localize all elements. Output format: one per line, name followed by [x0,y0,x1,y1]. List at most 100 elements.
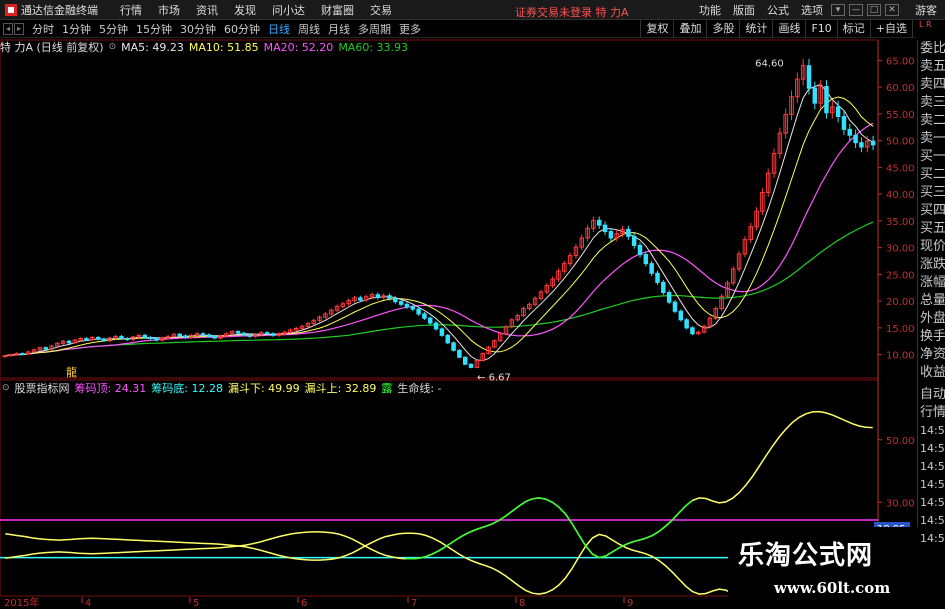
ma20-readout: MA20: 52.20 [263,40,334,54]
date-tick-label: 4 [85,598,91,609]
price-tick-label: 55.00 [886,110,915,121]
candle-body [43,347,48,350]
candle-body [602,224,608,233]
watermark: 乐淘公式网 www.60lt.com [728,527,918,609]
candle-body [451,342,456,351]
funnel-down-readout: 漏斗下: 49.99 [227,382,300,395]
price-tick-label: 15.00 [886,324,915,335]
candle-body [608,231,614,239]
quote-label-change-pct: 涨幅 [920,275,945,290]
indicator-name: 股票指标网 [14,382,70,395]
quotes-tab[interactable]: 行情 [918,404,945,422]
settings-icon[interactable]: ⊙ [109,42,117,52]
candle-body [66,340,72,344]
candle-body [393,297,398,303]
candle-body [177,333,182,337]
main-chart-header: 特 力A (日线 前复权) ⊙ MA5: 49.23 MA10: 51.85 M… [0,39,413,55]
candle-body [853,134,858,144]
candle-body [684,319,689,329]
quote-label-sell4: 卖四 [920,77,945,92]
candle-body [468,363,474,368]
main-pane-frame [0,39,879,379]
candle-body [631,235,637,246]
candle-body [410,306,416,310]
tick-time: 14:56 [920,442,945,455]
funnel-up-readout: 漏斗上: 32.89 [304,382,377,395]
price-tick-label: 35.00 [886,217,915,228]
chart-canvas: 18.95 10.0015.0020.0025.0030.0035.0040.0… [0,39,915,609]
candle-body [666,292,672,303]
candle-body [428,317,433,324]
candle-body [375,294,381,298]
candle-body [433,322,439,330]
indicator-tick-label: 30.00 [886,498,915,509]
ma10-line [4,96,874,357]
price-annotation: ← 6.67 [477,372,511,383]
quote-label-sell3: 卖三 [920,95,945,110]
chip-top-readout: 筹码顶: 24.31 [74,382,147,395]
candle-body [637,244,643,256]
candle-body [649,263,654,274]
candle-body [270,333,276,336]
candle-body [841,116,847,130]
candle-body [398,301,404,305]
candle-body [661,281,666,294]
quote-label-buy4: 买四 [920,203,945,218]
price-annotation: 64.60 [755,58,784,69]
candle-body [183,335,188,338]
candle-body [95,336,101,340]
quote-label-sell5: 卖五 [920,59,945,74]
indicator-header: ⊙ 股票指标网 筹码顶: 24.31 筹码底: 12.28 漏斗下: 49.99… [0,380,447,396]
date-tick-label: 2015年 [4,596,39,609]
price-tick-label: 65.00 [886,56,915,67]
price-tick-label: 10.00 [886,351,915,362]
ma5-line [4,83,874,362]
candle-body [142,334,148,338]
quote-label-earnings: 收益 [920,365,945,380]
quote-label-buy2: 买二 [920,167,945,182]
candle-body [358,297,363,301]
dragon-marker: 龍 [66,365,77,379]
candle-body [596,219,602,226]
price-tick-label: 30.00 [886,244,915,255]
quote-label-buy3: 买三 [920,185,945,200]
candle-body [206,334,212,337]
tick-time: 14:56 [920,496,945,509]
quote-label-outer: 外盘 [920,311,945,326]
indicator-settings-icon[interactable]: ⊙ [2,383,10,393]
candle-body [241,332,247,336]
chip-bottom-readout: 筹码底: 12.28 [151,382,223,395]
quote-label-net-assets: 净资 [920,347,945,362]
candle-body [84,338,89,341]
candle-body [200,333,206,336]
candle-body [870,140,876,146]
quote-label-change: 涨跌 [920,257,945,272]
candle-body [125,338,130,341]
auto-tab[interactable]: 自动 [918,386,945,404]
candle-body [690,327,695,335]
candle-body [154,338,159,341]
candle-body [212,335,217,339]
tick-time: 14:56 [920,514,945,527]
date-tick-label: 8 [519,598,525,609]
candle-body [416,308,421,315]
candle-body [422,313,427,319]
candle-body [672,301,678,312]
candle-body [404,303,410,308]
candle-body [655,272,660,283]
date-tick-label: 9 [627,598,633,609]
quote-label-price: 现价 [920,239,945,254]
candle-body [824,86,829,114]
ma10-readout: MA10: 51.85 [188,40,259,54]
candle-body [806,65,812,89]
candle-body [626,228,631,237]
quote-label-buy5: 买五 [920,221,945,236]
candle-body [847,128,853,136]
candle-body [119,335,124,340]
life-line-readout: 生命线: - [397,382,442,395]
quote-label-sell1: 卖一 [920,131,945,146]
candle-body [387,295,392,299]
tick-time: 14:56 [920,460,945,473]
price-tick-label: 50.00 [886,137,915,148]
stock-name: 特 力A (日线 前复权) [0,41,104,54]
